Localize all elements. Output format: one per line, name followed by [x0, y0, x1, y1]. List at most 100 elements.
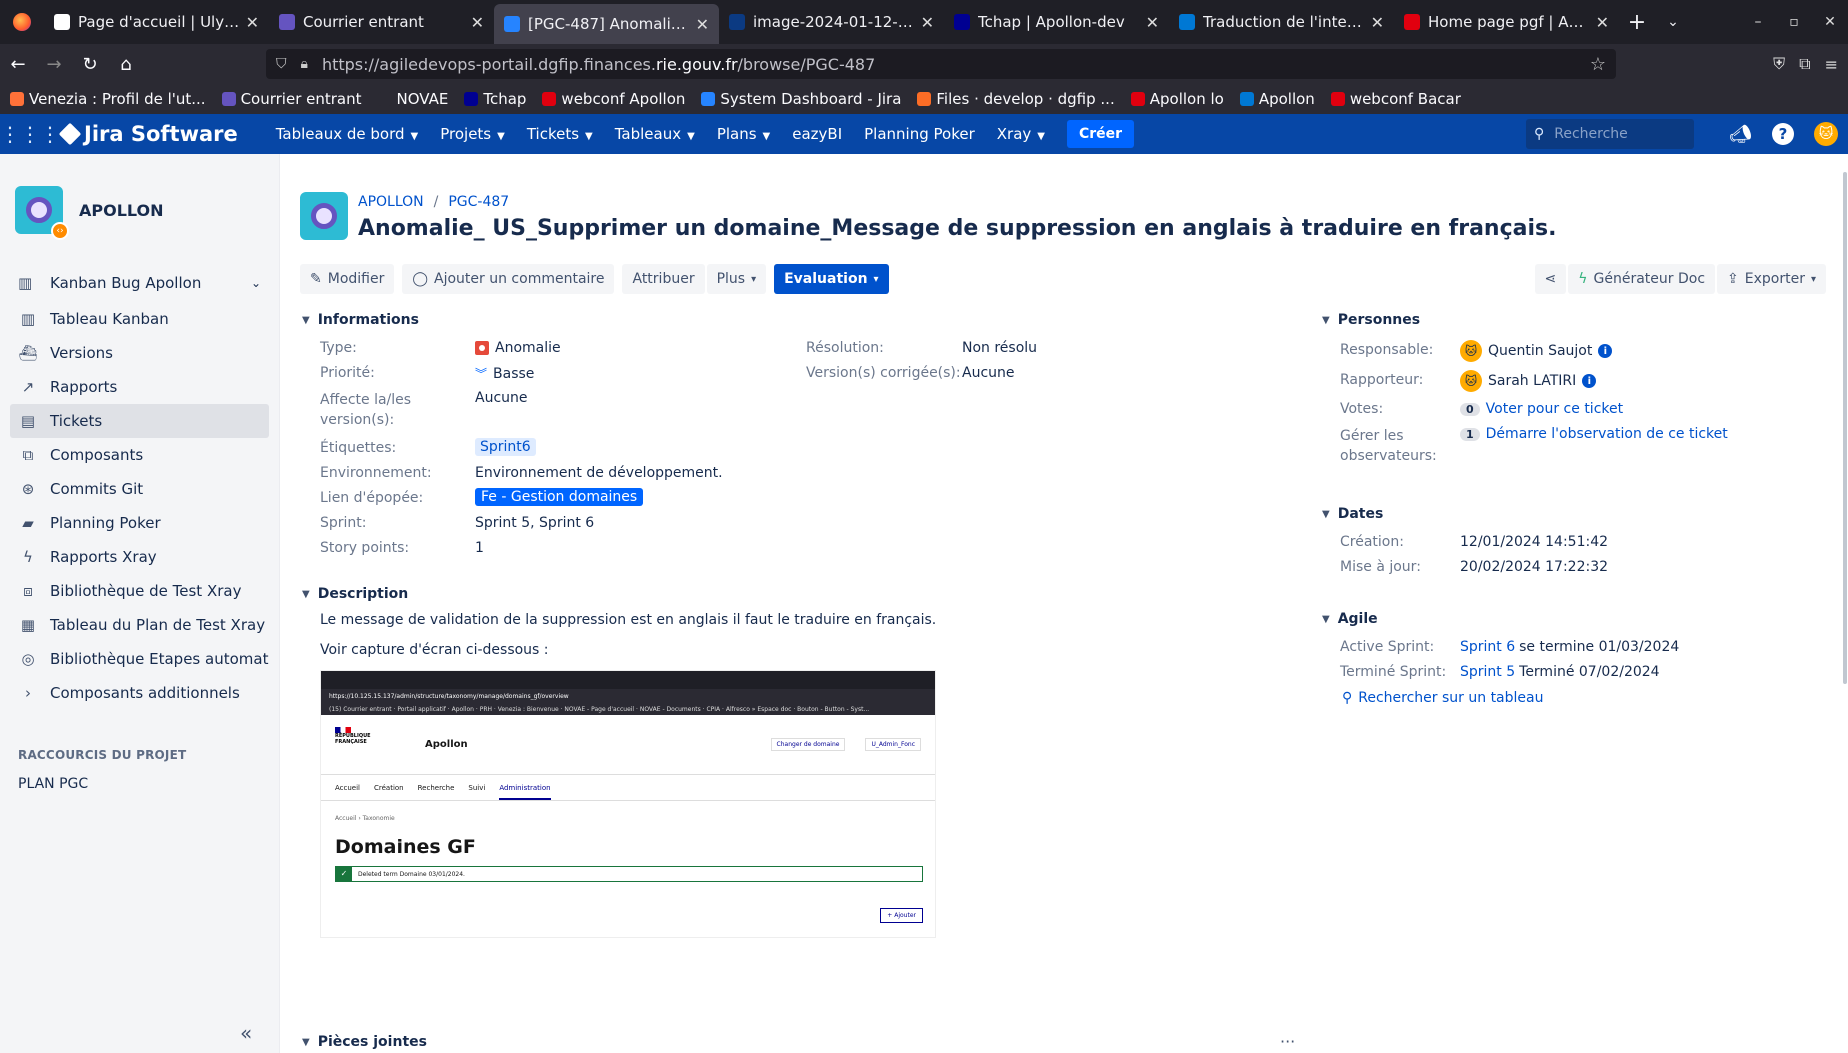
- jira-logo[interactable]: Jira Software: [58, 122, 238, 146]
- bookmark-item[interactable]: System Dashboard - Jira: [701, 90, 901, 108]
- browser-tab[interactable]: Courrier entrant ✕: [269, 0, 494, 44]
- bookmark-item[interactable]: Venezia : Profil de l'ut...: [10, 90, 206, 108]
- reporter-value[interactable]: 🐱︎ Sarah LATIRI i: [1460, 370, 1597, 392]
- help-icon[interactable]: ?: [1772, 123, 1794, 145]
- epic-link-tag[interactable]: Fe - Gestion domaines: [475, 488, 644, 506]
- page-scrollbar[interactable]: [1840, 154, 1848, 1053]
- more-button[interactable]: Plus ▾: [706, 264, 767, 294]
- issue-title[interactable]: Anomalie_ US_Supprimer un domaine_Messag…: [358, 216, 1556, 241]
- jira-menu-item[interactable]: Projets ▼: [440, 125, 505, 143]
- vote-link[interactable]: Voter pour ce ticket: [1486, 401, 1623, 417]
- sidebar-item[interactable]: › Composants additionnels: [10, 676, 269, 710]
- collapse-sidebar-icon[interactable]: «: [240, 1021, 252, 1045]
- details-section-toggle[interactable]: ▼ Informations: [302, 312, 419, 328]
- close-window-icon[interactable]: ✕: [1812, 14, 1848, 30]
- share-button[interactable]: ⋖: [1534, 264, 1567, 294]
- shortcut-plan-pgc[interactable]: PLAN PGC: [18, 776, 261, 792]
- pocket-icon[interactable]: ⛨: [1773, 54, 1785, 74]
- close-tab-icon[interactable]: ✕: [471, 13, 484, 32]
- forward-icon[interactable]: →: [36, 54, 72, 75]
- browser-tab[interactable]: [PGC-487] Anomalie_ US ✕: [494, 4, 719, 44]
- info-icon[interactable]: i: [1582, 374, 1597, 388]
- extensions-icon[interactable]: ⧉: [1799, 54, 1810, 74]
- assignee-value[interactable]: 🐱︎ Quentin Saujot i: [1460, 340, 1613, 362]
- sidebar-item[interactable]: ⧈ Bibliothèque de Test Xray: [10, 574, 269, 608]
- browser-tab[interactable]: Traduction de l'interface ✕: [1169, 0, 1394, 44]
- bookmark-star-icon[interactable]: ☆: [1590, 54, 1606, 75]
- bookmark-item[interactable]: NOVAE: [377, 90, 448, 108]
- minimize-icon[interactable]: –: [1740, 14, 1776, 30]
- jira-menu-item[interactable]: Tableaux ▼: [615, 125, 695, 143]
- profile-avatar[interactable]: 🐱︎: [1814, 122, 1838, 146]
- edit-button[interactable]: ✎ Modifier: [300, 264, 395, 294]
- back-icon[interactable]: ←: [0, 54, 36, 75]
- close-tab-icon[interactable]: ✕: [696, 15, 709, 34]
- add-comment-button[interactable]: ◯ Ajouter un commentaire: [402, 264, 615, 294]
- dates-section-toggle[interactable]: ▼ Dates: [1322, 506, 1383, 522]
- lock-icon[interactable]: 🔒︎: [301, 56, 308, 72]
- shield-icon[interactable]: ⛉: [276, 56, 287, 72]
- jira-menu-item[interactable]: Xray ▼: [997, 125, 1045, 143]
- sidebar-item[interactable]: ⊛ Commits Git: [10, 472, 269, 506]
- close-tab-icon[interactable]: ✕: [1146, 13, 1159, 32]
- project-name[interactable]: APOLLON: [79, 201, 164, 220]
- browser-tab[interactable]: Page d'accueil | Ulysse Na ✕: [44, 0, 269, 44]
- bookmark-item[interactable]: Tchap: [464, 90, 526, 108]
- sidebar-item[interactable]: ◎ Bibliothèque Etapes automat...: [10, 642, 269, 676]
- browser-tab[interactable]: Tchap | Apollon-dev ✕: [944, 0, 1169, 44]
- close-tab-icon[interactable]: ✕: [246, 13, 259, 32]
- description-section-toggle[interactable]: ▼ Description: [302, 586, 408, 602]
- menu-icon[interactable]: ≡: [1825, 55, 1838, 74]
- maximize-icon[interactable]: ▫: [1776, 14, 1812, 30]
- people-section-toggle[interactable]: ▼ Personnes: [1322, 312, 1420, 328]
- jira-search[interactable]: ⚲ Recherche: [1526, 119, 1694, 149]
- browser-tab[interactable]: Home page pgf | Apollon ✕: [1394, 0, 1619, 44]
- breadcrumb-project[interactable]: APOLLON: [358, 194, 424, 210]
- bookmark-item[interactable]: Files · develop · dgfip ...: [917, 90, 1115, 108]
- reload-icon[interactable]: ↻: [72, 54, 108, 75]
- project-avatar[interactable]: ‹›: [15, 186, 69, 240]
- info-icon[interactable]: i: [1598, 344, 1613, 358]
- assign-button[interactable]: Attribuer: [622, 264, 705, 294]
- board-search-link[interactable]: ⚲ Rechercher sur un tableau: [1342, 690, 1543, 706]
- close-tab-icon[interactable]: ✕: [1371, 13, 1384, 32]
- bookmark-item[interactable]: webconf Bacar: [1330, 90, 1461, 108]
- embedded-screenshot[interactable]: https://10.125.15.137/admin/structure/ta…: [320, 670, 936, 938]
- breadcrumb-issue-key[interactable]: PGC-487: [448, 194, 509, 210]
- watch-link[interactable]: Démarre l'observation de ce ticket: [1486, 426, 1728, 442]
- bookmark-item[interactable]: Apollon lo: [1130, 90, 1224, 108]
- jira-menu-item[interactable]: Tableaux de bord ▼: [276, 125, 418, 143]
- sidebar-item[interactable]: ▰ Planning Poker: [10, 506, 269, 540]
- jira-menu-item[interactable]: eazyBI: [792, 125, 842, 143]
- create-button[interactable]: Créer: [1066, 120, 1135, 148]
- sidebar-item[interactable]: ▥ Tableau Kanban: [10, 302, 269, 336]
- jira-menu-item[interactable]: Planning Poker: [864, 125, 975, 143]
- close-tab-icon[interactable]: ✕: [1596, 13, 1609, 32]
- workflow-status-button[interactable]: Evaluation ▾: [774, 264, 889, 294]
- sidebar-item[interactable]: ▦ Tableau du Plan de Test Xray: [10, 608, 269, 642]
- tab-list-button[interactable]: ⌄: [1655, 14, 1691, 30]
- bookmark-item[interactable]: Courrier entrant: [221, 90, 362, 108]
- notifications-icon[interactable]: 📣︎: [1729, 124, 1752, 145]
- board-selector[interactable]: ▥ Kanban Bug Apollon ⌄: [10, 266, 269, 300]
- attachments-section-toggle[interactable]: ▼ Pièces jointes: [302, 1034, 427, 1050]
- home-icon[interactable]: ⌂: [108, 54, 144, 75]
- export-button[interactable]: ⇪ Exporter ▾: [1717, 264, 1826, 294]
- attachments-more-icon[interactable]: ···: [1280, 1032, 1295, 1051]
- sidebar-item[interactable]: ⧉ Composants: [10, 438, 269, 472]
- label-tag[interactable]: Sprint6: [475, 438, 536, 456]
- issue-project-avatar[interactable]: [300, 192, 348, 240]
- app-switcher-icon[interactable]: ⋮⋮⋮: [0, 122, 60, 146]
- close-tab-icon[interactable]: ✕: [921, 13, 934, 32]
- agile-section-toggle[interactable]: ▼ Agile: [1322, 611, 1378, 627]
- done-sprint-link[interactable]: Sprint 5: [1460, 664, 1515, 680]
- sidebar-item[interactable]: ▤ Tickets: [10, 404, 269, 438]
- active-sprint-link[interactable]: Sprint 6: [1460, 639, 1515, 655]
- jira-menu-item[interactable]: Tickets ▼: [527, 125, 593, 143]
- url-bar[interactable]: ⛉ 🔒︎ https://agiledevops-portail.dgfip.f…: [266, 49, 1616, 79]
- sidebar-item[interactable]: ϟ Rapports Xray: [10, 540, 269, 574]
- sidebar-item[interactable]: ↗ Rapports: [10, 370, 269, 404]
- doc-generator-button[interactable]: ϟ Générateur Doc: [1568, 264, 1716, 294]
- firefox-menu-icon[interactable]: [0, 0, 44, 44]
- bookmark-item[interactable]: Apollon: [1239, 90, 1315, 108]
